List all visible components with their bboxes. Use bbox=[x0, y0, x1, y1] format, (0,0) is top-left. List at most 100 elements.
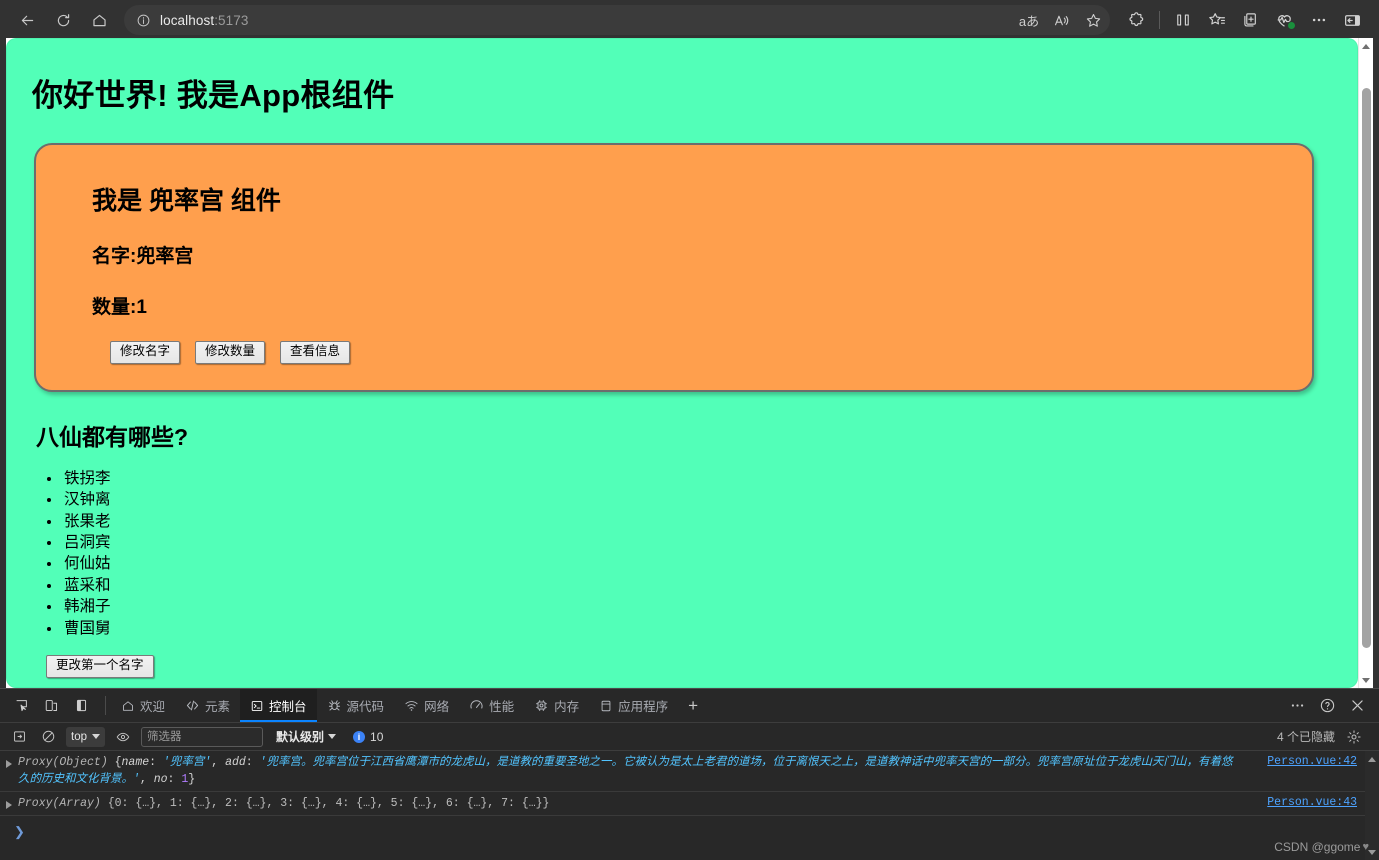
console-message[interactable]: Proxy(Array) {0: {…}, 1: {…}, 2: {…}, 3:… bbox=[0, 792, 1379, 816]
info-message-count[interactable]: i 10 bbox=[353, 730, 383, 744]
console-toolbar: top 默认级别 i 10 4 个已隐藏 bbox=[0, 723, 1379, 751]
console-output: Proxy(Object) {name: '兜率宫', add: '兜率宫。兜率… bbox=[0, 751, 1379, 860]
refresh-button[interactable] bbox=[46, 5, 80, 35]
address-bar[interactable]: localhost:5173 aあ bbox=[124, 5, 1110, 35]
console-message[interactable]: Proxy(Object) {name: '兜率宫', add: '兜率宫。兜率… bbox=[0, 751, 1379, 792]
expand-arrow-icon[interactable] bbox=[6, 760, 12, 768]
console-prompt[interactable]: ❯ bbox=[0, 816, 1379, 844]
live-expression-icon[interactable] bbox=[112, 726, 134, 748]
device-toolbar-icon[interactable] bbox=[38, 693, 64, 719]
help-icon[interactable] bbox=[1313, 692, 1341, 720]
tab-label: 性能 bbox=[489, 700, 515, 714]
array-preview: {0: {…}, 1: {…}, 2: {…}, 3: {…}, 4: {…},… bbox=[100, 797, 550, 810]
console-filter-input[interactable] bbox=[141, 726, 263, 747]
collections-icon[interactable] bbox=[1200, 5, 1233, 35]
sources-bug-icon bbox=[327, 698, 342, 713]
clear-console-icon[interactable] bbox=[8, 726, 30, 748]
list-item: 曹国舅 bbox=[62, 618, 1358, 639]
tab-label: 控制台 bbox=[269, 700, 307, 714]
app-root: 你好世界! 我是App根组件 我是 兜率宫 组件 名字:兜率宫 数量:1 修改名… bbox=[6, 38, 1358, 688]
tab-sources[interactable]: 源代码 bbox=[317, 689, 395, 722]
immortals-list: 铁拐李 汉钟离 张果老 吕洞宾 何仙姑 蓝采和 韩湘子 曹国舅 bbox=[62, 468, 1358, 639]
change-first-name-button[interactable]: 更改第一个名字 bbox=[46, 655, 154, 678]
list-item: 张果老 bbox=[62, 511, 1358, 532]
console-scroll-up-arrow[interactable] bbox=[1368, 751, 1376, 762]
page-title: 你好世界! 我是App根组件 bbox=[32, 78, 395, 113]
scroll-up-arrow[interactable] bbox=[1359, 38, 1374, 54]
source-link[interactable]: Person.vue:43 bbox=[1267, 794, 1357, 811]
tab-elements[interactable]: 元素 bbox=[175, 689, 240, 722]
info-badge-icon: i bbox=[353, 730, 366, 743]
chevron-down-icon bbox=[328, 734, 337, 739]
home-icon bbox=[121, 699, 135, 713]
tab-label: 网络 bbox=[424, 700, 450, 714]
screen: localhost:5173 aあ 你好世界! 我是App根组件 我是 兜率宫 … bbox=[0, 0, 1379, 860]
info-count-value: 10 bbox=[370, 729, 384, 744]
address-bar-actions: aあ bbox=[1014, 5, 1108, 35]
execution-context-select[interactable]: top bbox=[66, 726, 105, 747]
site-info-icon[interactable] bbox=[130, 7, 156, 33]
page-viewport: 你好世界! 我是App根组件 我是 兜率宫 组件 名字:兜率宫 数量:1 修改名… bbox=[6, 38, 1373, 688]
list-button-row: 更改第一个名字 bbox=[46, 655, 1358, 678]
close-devtools-icon[interactable] bbox=[1343, 692, 1371, 720]
page-scrollbar[interactable] bbox=[1358, 38, 1373, 688]
more-options-icon[interactable] bbox=[1302, 5, 1335, 35]
tab-label: 应用程序 bbox=[618, 700, 669, 714]
prop-val-name: '兜率宫' bbox=[162, 756, 212, 769]
prop-key-add: add bbox=[225, 756, 246, 769]
home-icon bbox=[91, 12, 108, 29]
console-message-text: Proxy(Object) {name: '兜率宫', add: '兜率宫。兜率… bbox=[18, 756, 1233, 786]
more-tools-icon[interactable] bbox=[1283, 692, 1311, 720]
favorite-star-icon[interactable] bbox=[1078, 7, 1108, 33]
split-screen-icon[interactable] bbox=[1166, 5, 1199, 35]
change-name-button[interactable]: 修改名字 bbox=[110, 341, 181, 364]
browser-action-icons bbox=[1120, 5, 1369, 35]
person-component-card: 我是 兜率宫 组件 名字:兜率宫 数量:1 修改名字 修改数量 查看信息 bbox=[34, 143, 1314, 392]
log-level-select[interactable]: 默认级别 bbox=[276, 728, 337, 745]
translate-icon[interactable]: aあ bbox=[1014, 7, 1044, 33]
add-tab-group-icon[interactable] bbox=[1234, 5, 1267, 35]
console-scroll-down-arrow[interactable] bbox=[1368, 850, 1376, 860]
tab-performance[interactable]: 性能 bbox=[459, 689, 524, 722]
essentials-status-dot bbox=[1287, 21, 1296, 30]
hidden-messages-label: 4 个已隐藏 bbox=[1276, 730, 1335, 744]
tab-label: 欢迎 bbox=[140, 700, 166, 714]
source-link[interactable]: Person.vue:42 bbox=[1267, 753, 1357, 770]
expand-arrow-icon[interactable] bbox=[6, 801, 12, 809]
console-icon bbox=[250, 699, 264, 713]
settings-gear-icon[interactable] bbox=[1343, 726, 1365, 748]
read-aloud-icon[interactable] bbox=[1046, 7, 1076, 33]
tab-memory[interactable]: 内存 bbox=[524, 689, 589, 722]
tab-console[interactable]: 控制台 bbox=[240, 689, 317, 722]
view-info-button[interactable]: 查看信息 bbox=[280, 341, 351, 364]
list-item: 蓝采和 bbox=[62, 575, 1358, 596]
scrollbar-thumb[interactable] bbox=[1361, 88, 1371, 648]
devtools-panel: 欢迎 元素 控制台 源代码 网络 性能 内存 应用程序 + top 筛选器 默认… bbox=[0, 688, 1379, 860]
tab-label: 元素 bbox=[205, 700, 231, 714]
browser-essentials-icon[interactable] bbox=[1268, 5, 1301, 35]
home-button[interactable] bbox=[82, 5, 116, 35]
dock-side-icon[interactable] bbox=[68, 693, 94, 719]
network-wifi-icon bbox=[404, 698, 419, 713]
scroll-down-arrow[interactable] bbox=[1359, 672, 1374, 688]
add-panel-button[interactable]: + bbox=[678, 689, 708, 722]
sidebar-toggle-icon[interactable] bbox=[1336, 5, 1369, 35]
application-storage-icon bbox=[599, 699, 613, 713]
change-count-button[interactable]: 修改数量 bbox=[195, 341, 266, 364]
card-button-row: 修改名字 修改数量 查看信息 bbox=[110, 341, 1284, 364]
tab-network[interactable]: 网络 bbox=[394, 689, 459, 722]
scrollbar-track[interactable] bbox=[1359, 54, 1374, 672]
inspect-element-icon[interactable] bbox=[8, 693, 34, 719]
back-button[interactable] bbox=[10, 5, 44, 35]
proxy-type: Proxy(Object) bbox=[18, 756, 108, 769]
extensions-icon[interactable] bbox=[1120, 5, 1153, 35]
browser-toolbar: localhost:5173 aあ bbox=[0, 0, 1379, 40]
list-item: 汉钟离 bbox=[62, 489, 1358, 510]
no-entry-icon[interactable] bbox=[37, 726, 59, 748]
devtools-tabbar: 欢迎 元素 控制台 源代码 网络 性能 内存 应用程序 + bbox=[0, 689, 1379, 723]
memory-chip-icon bbox=[534, 698, 549, 713]
tabbar-divider bbox=[105, 696, 106, 715]
tab-application[interactable]: 应用程序 bbox=[589, 689, 678, 722]
performance-gauge-icon bbox=[469, 698, 484, 713]
tab-welcome[interactable]: 欢迎 bbox=[111, 689, 175, 722]
